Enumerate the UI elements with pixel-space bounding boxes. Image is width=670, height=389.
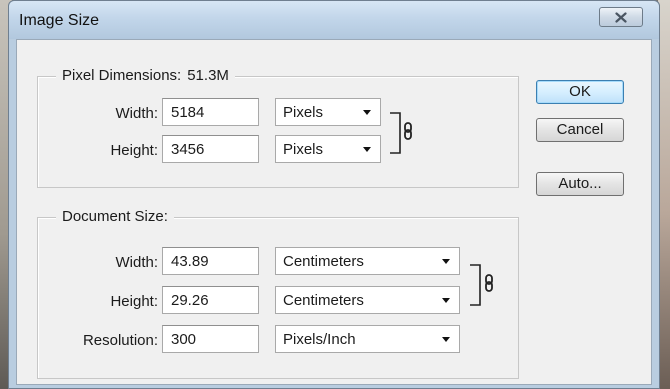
document-size-group: Document Size: Width: 43.89 Centimeters … <box>37 208 519 379</box>
resolution-unit-value: Pixels/Inch <box>283 331 356 348</box>
pixel-height-input[interactable]: 3456 <box>162 135 259 163</box>
dialog-body: Pixel Dimensions: 51.3M Width: 5184 Pixel… <box>16 39 652 385</box>
document-width-unit-value: Centimeters <box>283 253 364 270</box>
chevron-down-icon <box>442 337 450 342</box>
document-height-unit-value: Centimeters <box>283 292 364 309</box>
pixel-width-unit-select[interactable]: Pixels <box>275 98 381 126</box>
document-size-legend: Document Size: <box>56 208 174 225</box>
close-icon <box>615 11 627 23</box>
pixel-height-unit-select[interactable]: Pixels <box>275 135 381 163</box>
document-size-label: Document Size: <box>62 208 168 225</box>
resolution-unit-select[interactable]: Pixels/Inch <box>275 325 460 353</box>
pixel-height-unit-value: Pixels <box>283 141 324 158</box>
pixel-dimensions-group: Pixel Dimensions: 51.3M Width: 5184 Pixel… <box>37 67 519 188</box>
document-width-label: Width: <box>115 254 158 271</box>
pixel-dimensions-legend: Pixel Dimensions: 51.3M <box>56 67 235 84</box>
resolution-label: Resolution: <box>82 332 158 349</box>
document-width-unit-select[interactable]: Centimeters <box>275 247 460 275</box>
document-height-input[interactable]: 29.26 <box>162 286 259 314</box>
auto-button[interactable]: Auto... <box>536 172 624 196</box>
pixel-width-label: Width: <box>115 105 158 122</box>
window-title: Image Size <box>19 12 100 29</box>
document-width-input[interactable]: 43.89 <box>162 247 259 275</box>
chevron-down-icon <box>363 110 371 115</box>
chain-link-icon[interactable] <box>468 263 502 311</box>
pixel-width-input[interactable]: 5184 <box>162 98 259 126</box>
image-size-dialog: Image Size Pixel Dimensions: 51.3M Width:… <box>8 0 660 389</box>
chain-link-icon[interactable] <box>388 111 418 159</box>
cancel-button[interactable]: Cancel <box>536 118 624 142</box>
pixel-dimensions-label: Pixel Dimensions: <box>62 67 182 84</box>
document-height-unit-select[interactable]: Centimeters <box>275 286 460 314</box>
resolution-input[interactable]: 300 <box>162 325 259 353</box>
pixel-width-unit-value: Pixels <box>283 104 324 121</box>
title-bar[interactable]: Image Size <box>9 1 659 39</box>
chevron-down-icon <box>442 259 450 264</box>
ok-button[interactable]: OK <box>536 80 624 104</box>
pixel-height-label: Height: <box>110 142 158 159</box>
chevron-down-icon <box>363 147 371 152</box>
chevron-down-icon <box>442 298 450 303</box>
document-height-label: Height: <box>110 293 158 310</box>
pixel-dimensions-size: 51.3M <box>187 67 229 84</box>
close-button[interactable] <box>599 7 643 27</box>
